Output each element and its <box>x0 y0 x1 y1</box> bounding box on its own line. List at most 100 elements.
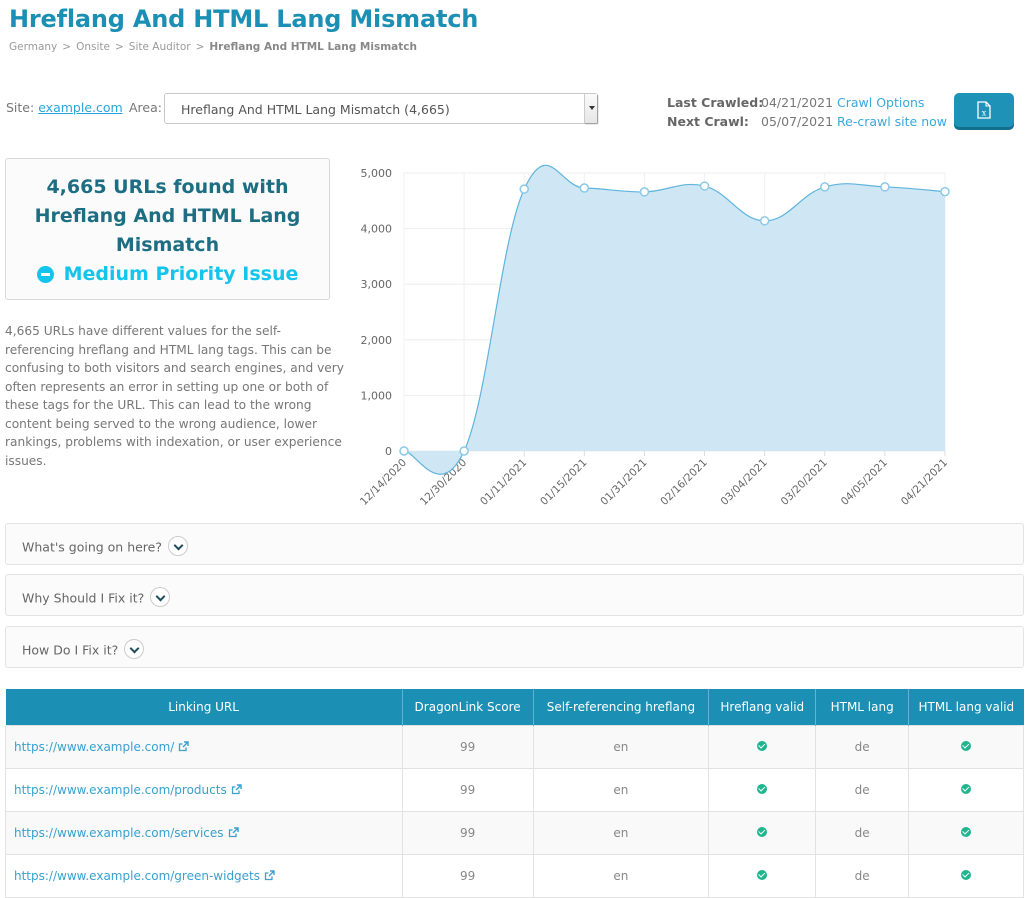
data-point <box>399 446 409 456</box>
recrawl-link[interactable]: Re-crawl site now <box>837 114 947 129</box>
summary-title: 4,665 URLs found with Hreflang And HTML … <box>34 176 301 256</box>
x-tick-label: 03/20/2021 <box>779 457 830 508</box>
accordion-label: Why Should I Fix it? <box>22 590 145 606</box>
summary-box: 4,665 URLs found with Hreflang And HTML … <box>5 158 330 300</box>
x-tick-label: 04/21/2021 <box>899 457 950 508</box>
x-tick-label: 01/31/2021 <box>598 457 649 508</box>
breadcrumb: Germany > Onsite > Site Auditor > Hreflang And… <box>9 41 417 53</box>
data-point <box>759 216 770 226</box>
check-circle-icon <box>757 826 768 837</box>
column-header-html-lang[interactable]: HTML lang <box>815 689 909 725</box>
self-referencing-hreflang-cell: en <box>532 853 710 898</box>
breadcrumb-item-site-auditor[interactable]: Site Auditor <box>129 41 191 53</box>
hreflang-valid-cell <box>708 767 817 812</box>
external-link-icon[interactable] <box>228 826 239 838</box>
area-label: Area: <box>129 100 162 115</box>
html-lang-valid-cell <box>908 724 1024 769</box>
minus-circle-icon <box>36 265 54 283</box>
dropdown-arrow-icon[interactable] <box>584 94 597 123</box>
breadcrumb-current: Hreflang And HTML Lang Mismatch <box>209 41 417 53</box>
linking-url-cell: https://www.example.com/services <box>5 810 403 855</box>
last-crawled-label: Last Crawled: <box>667 95 764 110</box>
column-header-hreflang-valid[interactable]: Hreflang valid <box>708 689 816 725</box>
html-lang-cell: de <box>815 853 910 898</box>
y-tick-label: 0 <box>385 445 392 458</box>
html-lang-valid-cell <box>908 853 1024 898</box>
external-link-icon[interactable] <box>178 740 190 752</box>
data-point <box>940 186 950 197</box>
external-link-icon[interactable] <box>264 869 275 881</box>
breadcrumb-separator: > <box>195 41 205 53</box>
breadcrumb-item-onsite[interactable]: Onsite <box>76 41 110 53</box>
dragonlink-score-cell: 99 <box>401 853 534 898</box>
next-crawl-value: 05/07/2021 <box>761 114 834 129</box>
linking-url-link[interactable]: https://www.example.com/green-widgets <box>14 869 260 883</box>
site-selector: Site: example.com <box>6 100 123 115</box>
accordion-how-fix[interactable]: How Do I Fix it? <box>5 626 1024 668</box>
check-circle-icon <box>757 740 768 751</box>
check-circle-icon <box>961 740 972 751</box>
self-referencing-hreflang-cell: en <box>532 724 710 769</box>
check-circle-icon <box>961 826 972 837</box>
page-title: Hreflang And HTML Lang Mismatch <box>9 5 479 33</box>
data-point <box>459 446 469 456</box>
check-circle-icon <box>757 783 768 794</box>
site-link[interactable]: example.com <box>38 100 122 115</box>
breadcrumb-item-germany[interactable]: Germany <box>9 41 57 53</box>
hreflang-valid-cell <box>708 724 817 769</box>
linking-url-link[interactable]: https://www.example.com/products <box>14 783 227 797</box>
x-tick-label: 01/11/2021 <box>478 457 529 508</box>
crawl-info: Last Crawled:04/21/2021 Crawl Options Nex… <box>667 93 947 131</box>
linking-url-cell: https://www.example.com/green-widgets <box>5 853 403 898</box>
data-point <box>699 181 710 191</box>
linking-url-link[interactable]: https://www.example.com/ <box>14 740 174 754</box>
check-circle-icon <box>757 869 768 880</box>
last-crawled-value: 04/21/2021 <box>761 95 834 110</box>
data-point <box>880 182 890 192</box>
check-circle-icon <box>961 869 972 880</box>
table-row: https://www.example.com/green-widgets 99… <box>5 853 1024 898</box>
issue-description: 4,665 URLs have different values for the… <box>5 324 345 468</box>
column-header-html-lang-valid[interactable]: HTML lang valid <box>908 689 1024 725</box>
priority-badge: Medium Priority Issue <box>6 260 329 288</box>
y-tick-label: 5,000 <box>361 167 393 180</box>
check-circle-icon <box>961 783 972 794</box>
table-row: https://www.example.com/services 99 en d… <box>5 810 1024 855</box>
table-row: https://www.example.com/products 99 en d… <box>5 767 1024 812</box>
export-excel-button[interactable]: x <box>954 93 1014 127</box>
dragonlink-score-cell: 99 <box>401 724 534 769</box>
breadcrumb-separator: > <box>114 41 124 53</box>
data-point <box>820 182 830 192</box>
area-dropdown[interactable]: Hreflang And HTML Lang Mismatch (4,665) <box>164 93 598 124</box>
accordion-whats-going-on[interactable]: What's going on here? <box>5 523 1024 565</box>
table-header-row: Linking URL DragonLink Score Self-refere… <box>5 689 1024 725</box>
site-label: Site: <box>6 100 35 115</box>
area-selected-value: Hreflang And HTML Lang Mismatch (4,665) <box>181 102 450 117</box>
y-tick-label: 4,000 <box>361 223 393 236</box>
excel-export-icon: x <box>977 101 991 119</box>
table-row: https://www.example.com/ 99 en de <box>5 724 1024 769</box>
column-header-self-referencing-hreflang[interactable]: Self-referencing hreflang <box>532 689 709 725</box>
linking-url-link[interactable]: https://www.example.com/services <box>14 826 224 840</box>
hreflang-valid-cell <box>708 853 817 898</box>
accordion-label: What's going on here? <box>22 539 162 555</box>
accordion-label: How Do I Fix it? <box>22 642 119 658</box>
crawl-options-link[interactable]: Crawl Options <box>837 95 924 110</box>
data-point <box>579 183 590 193</box>
column-header-linking-url[interactable]: Linking URL <box>5 689 403 725</box>
external-link-icon[interactable] <box>231 783 242 795</box>
hreflang-valid-cell <box>708 810 817 855</box>
y-tick-label: 2,000 <box>361 334 393 347</box>
chevron-down-icon[interactable] <box>168 536 188 556</box>
data-point <box>519 184 529 194</box>
linking-url-cell: https://www.example.com/products <box>5 767 403 812</box>
column-header-dragonlink-score[interactable]: DragonLink Score <box>401 689 534 725</box>
next-crawl-label: Next Crawl: <box>667 114 749 129</box>
html-lang-cell: de <box>815 767 910 812</box>
html-lang-valid-cell <box>908 810 1024 855</box>
chevron-down-icon[interactable] <box>124 639 145 659</box>
self-referencing-hreflang-cell: en <box>532 767 710 812</box>
accordion-why-fix[interactable]: Why Should I Fix it? <box>5 574 1024 616</box>
svg-text:x: x <box>982 109 987 118</box>
chevron-down-icon[interactable] <box>150 587 171 607</box>
